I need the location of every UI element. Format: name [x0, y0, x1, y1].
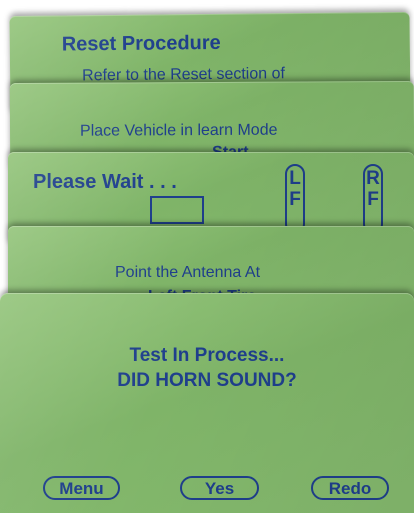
- horn-question: DID HORN SOUND?: [117, 370, 297, 391]
- progress-box: [150, 196, 204, 224]
- test-in-process-screen: Test In Process... DID HORN SOUND? Menu …: [0, 293, 414, 513]
- tire-letter: F: [367, 189, 379, 210]
- antenna-instruction: Point the Antenna At: [115, 264, 261, 281]
- redo-button[interactable]: Redo: [311, 476, 389, 500]
- stacked-screens: Reset Procedure Refer to the Reset secti…: [0, 0, 414, 513]
- tire-letter: F: [289, 189, 301, 210]
- please-wait-title: Please Wait . . .: [33, 171, 177, 193]
- learn-mode-instruction: Place Vehicle in learn Mode: [79, 121, 278, 140]
- yes-button[interactable]: Yes: [180, 476, 259, 500]
- reset-procedure-title: Reset Procedure: [61, 31, 221, 56]
- test-status-message: Test In Process...: [129, 345, 285, 366]
- menu-button[interactable]: Menu: [43, 476, 120, 500]
- tire-letter: L: [289, 168, 301, 189]
- right-front-tire-icon: R F: [363, 164, 383, 234]
- tire-letter: R: [366, 168, 380, 189]
- left-front-tire-icon: L F: [285, 164, 305, 234]
